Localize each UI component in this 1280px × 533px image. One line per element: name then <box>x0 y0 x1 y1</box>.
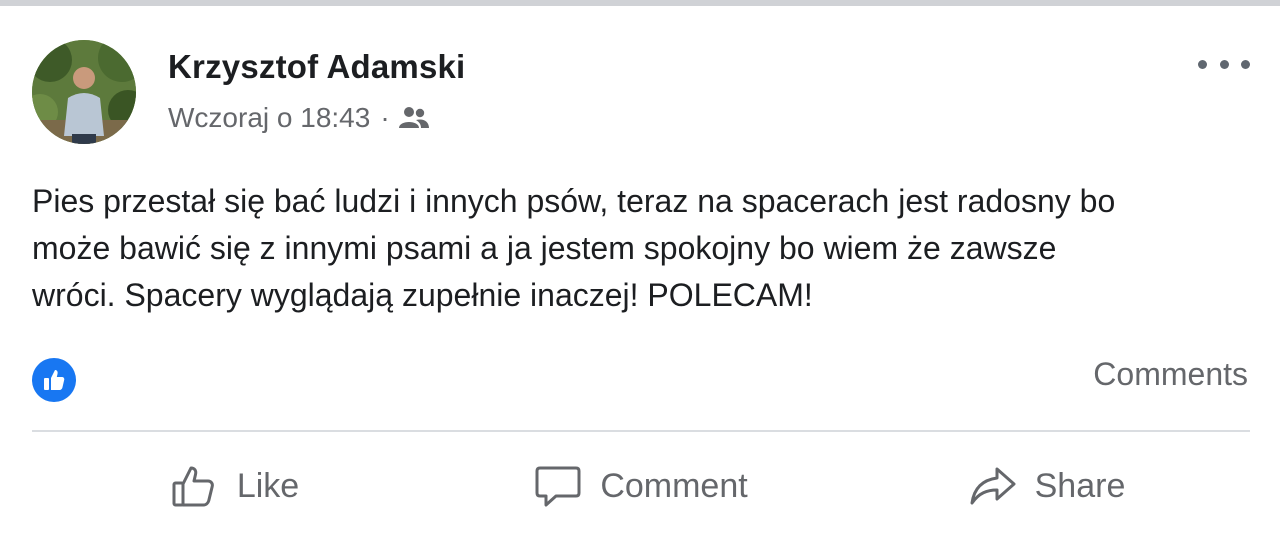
post-text-line: może bawić się z innymi psami a ja jeste… <box>32 230 1057 266</box>
divider <box>32 430 1250 432</box>
comment-button[interactable]: Comment <box>438 446 844 526</box>
more-dot <box>1219 59 1229 69</box>
post-actions: Like Comment Share <box>32 446 1250 526</box>
like-reaction-icon[interactable] <box>32 358 76 402</box>
comment-label: Comment <box>600 466 748 505</box>
like-label: Like <box>236 466 300 505</box>
friends-icon[interactable] <box>398 106 430 130</box>
share-label: Share <box>1034 466 1126 505</box>
more-dot <box>1241 59 1250 69</box>
like-button[interactable]: Like <box>32 446 438 526</box>
share-icon <box>970 467 1016 505</box>
post-meta: Wczoraj o 18:43 · <box>168 100 430 136</box>
share-button[interactable]: Share <box>844 446 1250 526</box>
author-name[interactable]: Krzysztof Adamski <box>168 48 465 86</box>
timestamp[interactable]: Wczoraj o 18:43 <box>168 102 370 134</box>
more-dot <box>1198 59 1207 69</box>
post-text: Pies przestał się bać ludzi i innych psó… <box>32 178 1252 319</box>
post-card: Krzysztof Adamski Wczoraj o 18:43 · Pies… <box>0 6 1280 533</box>
avatar[interactable] <box>32 40 136 144</box>
post-text-line: Pies przestał się bać ludzi i innych psó… <box>32 183 1116 219</box>
thumbs-up-icon <box>172 466 214 507</box>
more-options-icon[interactable] <box>1198 50 1250 78</box>
comment-icon <box>535 466 581 507</box>
post-text-line: wróci. Spacery wyglądają zupełnie inacze… <box>32 277 813 313</box>
meta-separator: · <box>380 102 390 133</box>
comments-link[interactable]: Comments <box>1093 356 1248 393</box>
